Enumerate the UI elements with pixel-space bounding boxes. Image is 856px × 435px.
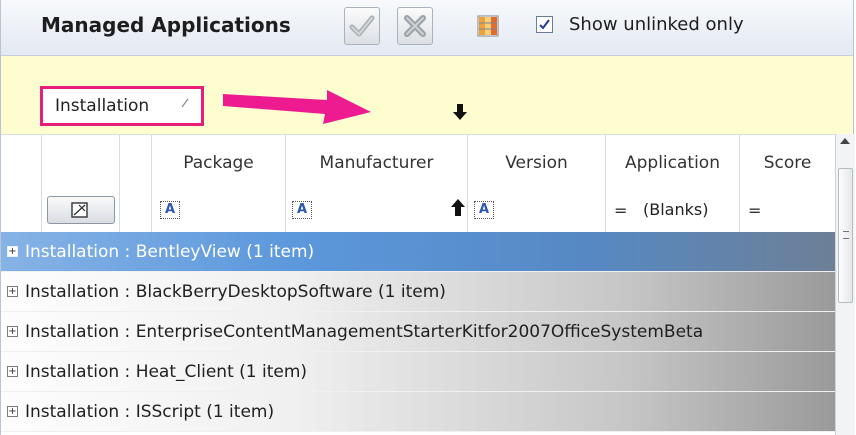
show-unlinked-checkbox[interactable] (536, 16, 553, 33)
column-header-version[interactable]: Version (467, 135, 605, 191)
application-filter-value[interactable]: (Blanks) (643, 200, 708, 219)
drop-indicator-arrow-icon (453, 104, 467, 120)
scroll-grip-icon (843, 231, 849, 239)
group-row[interactable]: + Installation : ISScript (1 item) (1, 392, 835, 432)
equals-operator[interactable]: = (748, 201, 761, 220)
column-header-package[interactable]: Package (151, 135, 285, 191)
column-header-row: Package Manufacturer Version Application… (1, 134, 835, 192)
filter-cell-score[interactable]: = (739, 190, 835, 232)
group-row-label: Installation : BlackBerryDesktopSoftware… (25, 282, 446, 302)
group-by-chip-label: Installation (55, 96, 150, 116)
group-row-label: Installation : EnterpriseContentManageme… (25, 322, 704, 342)
header-selector-cell (41, 135, 119, 191)
expand-icon[interactable]: + (7, 366, 18, 377)
equals-operator[interactable]: = (614, 201, 627, 220)
group-row[interactable]: + Installation : EnterpriseContentManage… (1, 312, 835, 352)
filter-cell-spacer (119, 190, 151, 232)
filter-cell-package[interactable]: A (151, 190, 285, 232)
group-row[interactable]: + Installation : BentleyView (1 item) (1, 232, 835, 272)
group-row[interactable]: + Installation : BlackBerryDesktopSoftwa… (1, 272, 835, 312)
scroll-up-arrow-icon[interactable] (840, 138, 850, 144)
column-chooser-icon[interactable] (477, 15, 499, 37)
toolbar: Managed Applications Show unlinked only (1, 0, 853, 56)
expand-icon[interactable]: + (7, 326, 18, 337)
approve-button[interactable] (344, 7, 380, 45)
reject-button[interactable] (397, 7, 433, 45)
column-header-application[interactable]: Application (605, 135, 739, 191)
group-by-chip-installation[interactable]: Installation (40, 86, 204, 126)
filter-cell-version[interactable]: A (467, 190, 605, 232)
clear-filter-icon (71, 202, 88, 218)
drag-arrow-icon (223, 90, 371, 124)
sort-asc-icon (181, 98, 189, 108)
show-unlinked-label[interactable]: Show unlinked only (569, 14, 744, 35)
vertical-scrollbar[interactable] (835, 134, 855, 435)
reject-x-icon (404, 15, 426, 37)
approve-check-icon (349, 15, 375, 37)
group-row-label: Installation : BentleyView (1 item) (25, 242, 315, 262)
expand-icon[interactable]: + (7, 406, 18, 417)
page-title: Managed Applications (41, 13, 291, 37)
checkmark-icon (539, 19, 550, 30)
group-row[interactable]: + Installation : Heat_Client (1 item) (1, 352, 835, 392)
group-row-label: Installation : Heat_Client (1 item) (25, 362, 308, 382)
text-filter-icon[interactable]: A (292, 201, 312, 219)
group-row-label: Installation : ISScript (1 item) (25, 402, 275, 422)
text-filter-icon[interactable]: A (160, 201, 180, 219)
header-spacer-cell (119, 135, 151, 191)
filter-cell-manufacturer[interactable]: A (285, 190, 467, 232)
expand-icon[interactable]: + (7, 246, 18, 257)
expand-icon[interactable]: + (7, 286, 18, 297)
scroll-thumb[interactable] (838, 168, 853, 303)
column-header-score[interactable]: Score (739, 135, 835, 191)
column-header-manufacturer[interactable]: Manufacturer (285, 135, 467, 191)
sort-indicator-arrow-icon (451, 199, 465, 216)
filter-row: A A A = = (1, 190, 835, 233)
clear-filter-button[interactable] (47, 196, 115, 224)
managed-applications-panel: Managed Applications Show unlinked only … (0, 0, 855, 435)
text-filter-icon[interactable]: A (474, 201, 494, 219)
